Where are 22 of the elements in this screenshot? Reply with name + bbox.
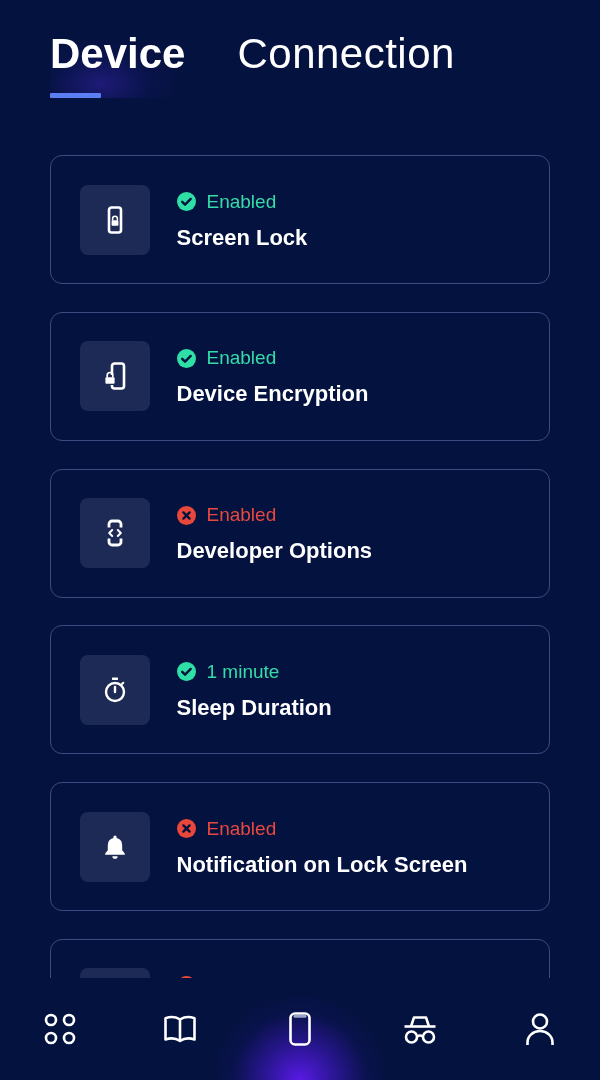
- setting-title: Developer Options: [176, 537, 373, 566]
- status-text: 1 minute: [206, 659, 280, 684]
- stopwatch-icon: [79, 654, 150, 725]
- setting-title: Sleep Duration: [176, 693, 332, 722]
- setting-title: Notification on Lock Screen: [176, 850, 468, 879]
- phone-lock-icon: [79, 341, 150, 412]
- setting-card[interactable]: Enabled Device Encryption: [50, 311, 550, 441]
- status-text: Enabled: [206, 816, 277, 841]
- status-text: Enabled: [206, 346, 277, 371]
- status-text: Enabled: [206, 189, 277, 214]
- phone-code-icon: [79, 498, 150, 569]
- setting-card[interactable]: Enabled Developer Options: [50, 468, 550, 598]
- phone-lock-icon: [79, 184, 150, 255]
- setting-card[interactable]: 1 minute Sleep Duration: [50, 625, 550, 755]
- setting-card[interactable]: Enabled Notification on Lock Screen: [50, 782, 550, 912]
- setting-card[interactable]: Enabled Screen Lock: [50, 155, 550, 284]
- setting-title: Screen Lock: [176, 223, 308, 252]
- status-text: Enabled: [206, 503, 277, 528]
- tab[interactable]: Connection: [237, 30, 455, 98]
- bell-icon: [79, 811, 150, 882]
- setting-title: Device Encryption: [176, 380, 369, 409]
- grid-icon[interactable]: [42, 1011, 78, 1047]
